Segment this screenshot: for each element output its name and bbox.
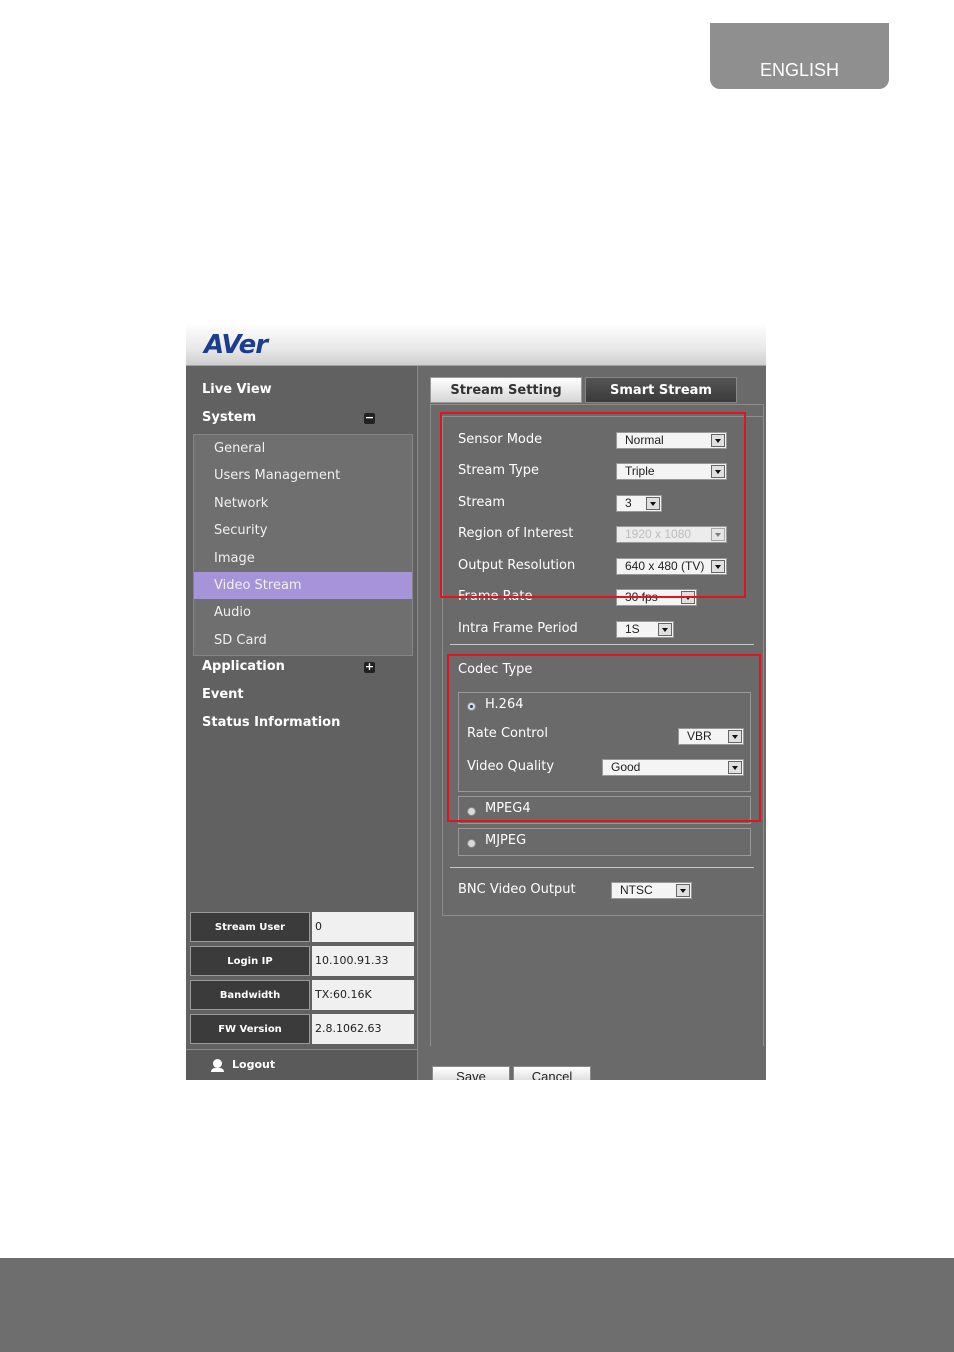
system-submenu: General Users Management Network Securit… [193,434,413,656]
user-icon [211,1059,224,1072]
bnc-video-output-label: BNC Video Output [458,882,576,897]
sidebar-item-general[interactable]: General [194,435,412,462]
sidebar-item-image[interactable]: Image [194,545,412,572]
info-login-ip: Login IP 10.100.91.33 [190,946,414,976]
divider [450,644,754,645]
footer-band [0,1258,954,1352]
language-tab: ENGLISH [710,23,889,89]
sidebar-item-users-management[interactable]: Users Management [194,462,412,489]
sidebar-item-video-stream[interactable]: Video Stream [194,572,412,599]
logout-button[interactable]: Logout [186,1049,417,1080]
chevron-down-icon [658,623,672,636]
intra-frame-period-select[interactable]: 1S [616,621,674,638]
sidebar: Live View System − General Users Managem… [186,366,418,1080]
logout-label: Logout [232,1058,276,1071]
highlight-stream-box [440,412,746,598]
top-bar: AVer [186,323,766,366]
info-bandwidth: Bandwidth TX:60.16K [190,980,414,1010]
divider [450,867,754,868]
sidebar-event[interactable]: Event [202,687,244,702]
sidebar-status-information[interactable]: Status Information [202,715,340,730]
info-stream-user: Stream User 0 [190,912,414,942]
main-panel: Stream Setting Smart Stream Sensor Mode … [418,366,766,1080]
mjpeg-radio[interactable] [467,839,476,848]
intra-frame-period-label: Intra Frame Period [458,621,578,636]
collapse-icon[interactable]: − [364,412,375,424]
aver-logo: AVer [204,330,268,360]
sidebar-item-sd-card[interactable]: SD Card [194,627,412,654]
app-screenshot: AVer Live View System − General Users Ma… [186,323,766,1080]
tab-stream-setting[interactable]: Stream Setting [430,377,582,403]
sidebar-item-audio[interactable]: Audio [194,599,412,626]
mjpeg-label: MJPEG [485,833,527,848]
chevron-down-icon [676,884,690,897]
language-label: ENGLISH [759,60,840,80]
expand-icon[interactable]: + [364,661,375,673]
sidebar-live-view[interactable]: Live View [202,382,272,397]
sidebar-application[interactable]: Application [202,659,285,674]
highlight-codec-box [447,654,761,822]
sidebar-system[interactable]: System [202,410,256,425]
sidebar-item-network[interactable]: Network [194,490,412,517]
info-fw-version: FW Version 2.8.1062.63 [190,1014,414,1044]
cancel-button[interactable]: Cancel [513,1066,591,1080]
sidebar-item-security[interactable]: Security [194,517,412,544]
tab-smart-stream[interactable]: Smart Stream [585,377,737,403]
bnc-video-output-select[interactable]: NTSC [611,882,692,899]
save-button[interactable]: Save [432,1066,510,1080]
